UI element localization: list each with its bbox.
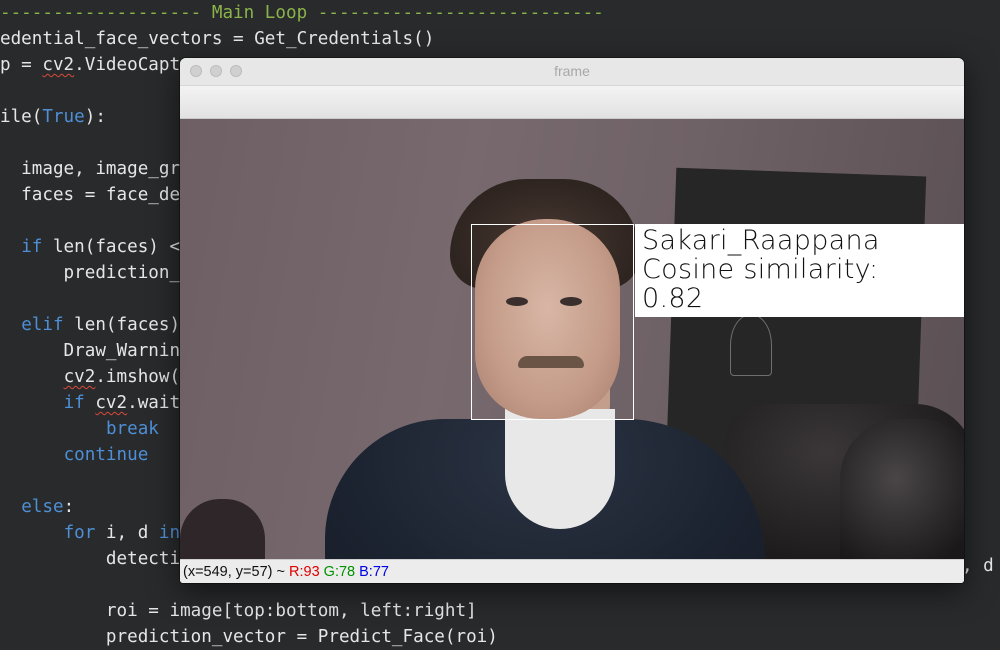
code-token: if bbox=[21, 237, 43, 257]
code-line: edential_face_vectors = Get_Credentials(… bbox=[0, 26, 434, 52]
frame-window[interactable]: frame Sakari_Raappana Cosine similarity:… bbox=[180, 58, 964, 583]
code-token: p = bbox=[0, 55, 43, 75]
code-token: image, image_gr bbox=[0, 159, 181, 179]
code-line: faces = face_de bbox=[0, 182, 180, 208]
code-line: break bbox=[0, 416, 159, 442]
status-bar: (x=549, y=57) ~ R:93 G:78 B:77 bbox=[180, 559, 964, 583]
code-token: faces = face_de bbox=[0, 185, 181, 205]
window-title: frame bbox=[554, 63, 590, 79]
code-token: .wait bbox=[127, 393, 181, 413]
code-line: if len(faces) < bbox=[0, 234, 180, 260]
code-token: edential_face_vectors = Get_Credentials(… bbox=[0, 29, 435, 49]
code-line: detecti bbox=[0, 546, 180, 572]
code-token: if bbox=[63, 393, 85, 413]
similarity-label: Cosine similarity: bbox=[642, 254, 879, 285]
board-drawing bbox=[730, 314, 772, 376]
code-line: ------------------- Main Loop ----------… bbox=[0, 0, 604, 26]
code-token: len(faces) bbox=[63, 315, 181, 335]
code-line: else: bbox=[0, 494, 74, 520]
code-token: for bbox=[63, 523, 96, 543]
code-line: prediction_vector = Predict_Face(roi) bbox=[0, 624, 498, 650]
similarity-value: 0.82 bbox=[642, 283, 704, 314]
sofa-arm bbox=[840, 419, 964, 559]
code-token: ile( bbox=[0, 107, 43, 127]
code-token: in bbox=[158, 523, 181, 543]
code-line: ile(True): bbox=[0, 104, 106, 130]
code-line: Draw_Warnin bbox=[0, 338, 181, 364]
code-token: cv2 bbox=[95, 393, 128, 413]
code-token: : bbox=[63, 497, 75, 517]
code-token: ------------------- Main Loop ----------… bbox=[0, 3, 604, 23]
code-token: else bbox=[21, 497, 64, 517]
code-line: if cv2.wait bbox=[0, 390, 181, 416]
code-token: prediction_ bbox=[0, 263, 181, 283]
person-tshirt bbox=[505, 409, 615, 529]
window-titlebar[interactable]: frame bbox=[180, 58, 964, 86]
code-token: .imshow( bbox=[95, 367, 181, 387]
code-line: continue bbox=[0, 442, 149, 468]
code-line: image, image_gr bbox=[0, 156, 180, 182]
code-token: elif bbox=[21, 315, 64, 335]
code-token: cv2 bbox=[63, 367, 96, 387]
code-token: ): bbox=[84, 107, 106, 127]
code-token: cv2 bbox=[42, 55, 75, 75]
code-token: roi = image[top:bottom, left:right] bbox=[0, 601, 477, 621]
pixel-blue: B:77 bbox=[359, 564, 389, 580]
cursor-coordinates: (x=549, y=57) ~ bbox=[183, 564, 289, 580]
code-token: len(faces) < bbox=[42, 237, 181, 257]
code-token: .VideoCapt bbox=[74, 55, 181, 75]
pixel-red: R:93 bbox=[289, 564, 320, 580]
pixel-green: G:78 bbox=[323, 564, 356, 580]
recognition-label: Sakari_Raappana Cosine similarity: 0.82 bbox=[635, 224, 964, 317]
code-line: roi = image[top:bottom, left:right] bbox=[0, 598, 477, 624]
code-line: cv2.imshow( bbox=[0, 364, 181, 390]
code-line: elif len(faces) bbox=[0, 312, 180, 338]
code-line: p = cv2.VideoCapt bbox=[0, 52, 180, 78]
face-bounding-box bbox=[471, 224, 634, 420]
person-name: Sakari_Raappana bbox=[642, 225, 880, 256]
code-token: i, d bbox=[95, 523, 159, 543]
window-toolbar bbox=[180, 86, 964, 119]
code-token: continue bbox=[63, 445, 149, 465]
code-token: detecti bbox=[0, 549, 181, 569]
code-token: break bbox=[105, 419, 159, 439]
code-line: prediction_ bbox=[0, 260, 181, 286]
background-object bbox=[180, 499, 265, 559]
code-token: Draw_Warnin bbox=[0, 341, 181, 361]
code-fragment: , d bbox=[962, 556, 994, 576]
code-line: for i, d in bbox=[0, 520, 181, 546]
code-token: True bbox=[42, 107, 85, 127]
code-token: prediction_vector = Predict_Face(roi) bbox=[0, 627, 498, 647]
camera-image[interactable]: Sakari_Raappana Cosine similarity: 0.82 bbox=[180, 119, 964, 559]
